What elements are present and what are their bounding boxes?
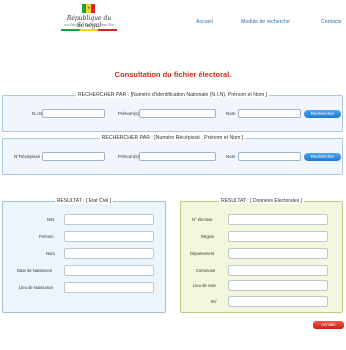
field-label: Région xyxy=(201,234,215,239)
prenom-label: Prénom(s) xyxy=(118,154,140,159)
result-region-field xyxy=(228,231,328,242)
search-by-recepisse-panel: RECHERCHER PAR : [Numéro Récépissé , Pré… xyxy=(2,135,343,175)
prenom-input[interactable] xyxy=(139,109,216,118)
nin-input[interactable] xyxy=(42,109,105,118)
prenom-label: Prénom(s) xyxy=(118,111,140,116)
result-date-naissance-field xyxy=(64,265,154,276)
logo-divider xyxy=(61,29,117,31)
nav-module-recherche[interactable]: Module de recherche xyxy=(241,19,290,25)
result-departement-field xyxy=(228,248,328,259)
field-label: Commune xyxy=(196,268,216,273)
result-lieu-vote-field xyxy=(228,280,328,291)
nav-accueil[interactable]: Accueil xyxy=(196,19,213,25)
senegal-flag-icon xyxy=(82,4,95,13)
result-bv-field xyxy=(228,296,328,307)
search-nin-legend: RECHERCHER PAR : [Numéro d'Identificatio… xyxy=(75,92,270,98)
search-by-nin-panel: RECHERCHER PAR : [Numéro d'Identificatio… xyxy=(2,92,343,132)
result-nin-field xyxy=(64,214,154,225)
recepisse-label: N°Récépissé xyxy=(14,154,41,159)
field-label: Lieu de Naissance xyxy=(19,285,54,290)
prenom-input[interactable] xyxy=(139,152,216,161)
logo-motto: un Peuple - un But - une Foi xyxy=(64,23,114,27)
field-label: Date de Naissance xyxy=(17,268,53,273)
search-nin-button[interactable]: Rechercher xyxy=(304,110,341,118)
field-label: NIN xyxy=(47,217,55,222)
field-label: N° électeur xyxy=(192,217,213,222)
result-prenom-field xyxy=(64,231,154,242)
field-label: Nom xyxy=(46,251,55,256)
result-electorales-panel: RESULTAT : [ Données Electorales ] N° él… xyxy=(180,198,343,313)
nom-input[interactable] xyxy=(238,109,301,118)
result-numero-electeur-field xyxy=(228,214,328,225)
reset-button[interactable]: Annuler xyxy=(313,321,344,329)
result-nom-field xyxy=(64,248,154,259)
field-label: BV xyxy=(211,299,217,304)
nom-label: Nom xyxy=(226,154,236,159)
search-recepisse-legend: RECHERCHER PAR : [Numéro Récépissé , Pré… xyxy=(99,135,246,141)
field-label: Département xyxy=(190,251,215,256)
logo-senegal[interactable]: République du Sénégal un Peuple - un But… xyxy=(57,4,121,38)
result-commune-field xyxy=(228,265,328,276)
search-recepisse-button[interactable]: Rechercher xyxy=(304,153,341,161)
etat-civil-legend: RESULTAT : [ Etat Civil ] xyxy=(54,198,114,204)
recepisse-input[interactable] xyxy=(42,152,105,161)
nav-contacts[interactable]: Contacts xyxy=(321,19,341,25)
electorales-legend: RESULTAT : [ Données Electorales ] xyxy=(219,198,304,204)
result-etat-civil-panel: RESULTAT : [ Etat Civil ] NIN Prénom Nom… xyxy=(2,198,166,313)
field-label: Lieu de vote xyxy=(193,283,216,288)
nom-label: Nom xyxy=(226,111,236,116)
field-label: Prénom xyxy=(39,234,54,239)
nom-input[interactable] xyxy=(238,152,301,161)
nin-label: N.I.N xyxy=(32,111,43,116)
result-lieu-naissance-field xyxy=(64,282,154,293)
page-title: Consultation du fichier électoral. xyxy=(114,70,232,79)
